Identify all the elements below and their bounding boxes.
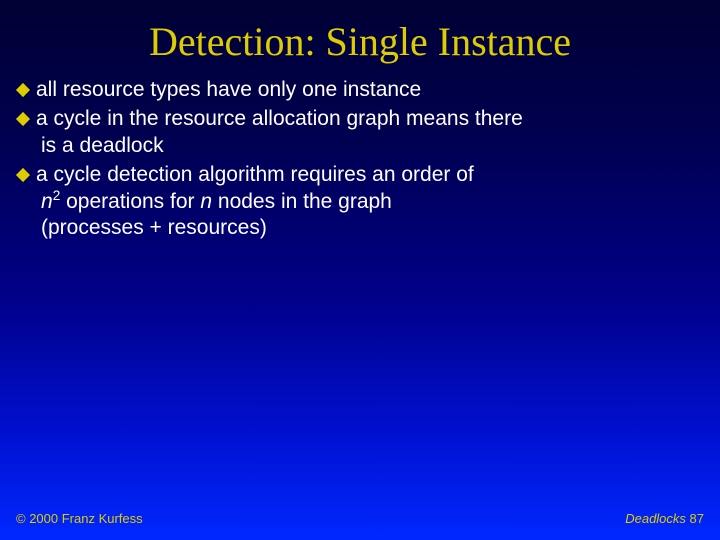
- diamond-bullet-icon: [16, 83, 30, 97]
- bullet-text: all resource types have only one instanc…: [36, 78, 421, 101]
- var-n: n: [41, 190, 53, 213]
- footer-page-number: 87: [690, 511, 704, 526]
- footer-page: Deadlocks 87: [625, 511, 704, 526]
- bullet-text-cont: (processes + resources): [14, 215, 702, 242]
- bullet-item: all resource types have only one instanc…: [14, 77, 702, 104]
- footer-copyright: © 2000 Franz Kurfess: [16, 511, 143, 526]
- bullet-item: a cycle detection algorithm requires an …: [14, 162, 702, 243]
- footer-section: Deadlocks: [625, 511, 689, 526]
- bullet-text: a cycle detection algorithm requires an …: [36, 163, 474, 186]
- slide-title: Detection: Single Instance: [0, 0, 720, 77]
- bullet-text-cont: is a deadlock: [14, 133, 702, 160]
- diamond-bullet-icon: [16, 112, 30, 126]
- bullet-text-cont: n2 operations for n nodes in the graph: [14, 189, 702, 216]
- diamond-bullet-icon: [16, 168, 30, 182]
- bullet-text-frag: operations for: [60, 190, 200, 213]
- slide-body: all resource types have only one instanc…: [0, 77, 720, 242]
- bullet-text: a cycle in the resource allocation graph…: [36, 107, 523, 130]
- slide: Detection: Single Instance all resource …: [0, 0, 720, 540]
- var-n: n: [200, 190, 212, 213]
- bullet-text-frag: nodes in the graph: [212, 190, 392, 213]
- bullet-item: a cycle in the resource allocation graph…: [14, 106, 702, 160]
